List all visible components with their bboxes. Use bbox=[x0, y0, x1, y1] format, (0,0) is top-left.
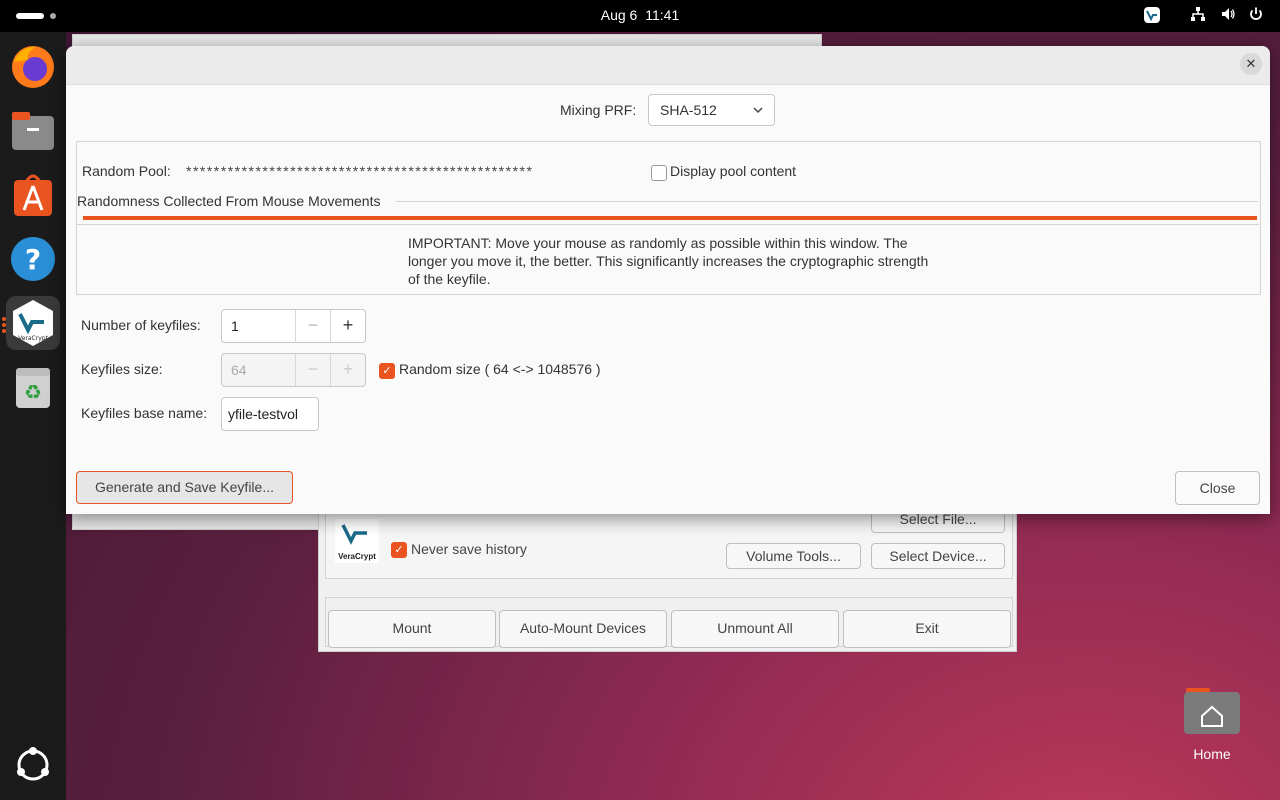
keyfiles-size-value: 64 bbox=[231, 362, 247, 378]
increment-button[interactable]: + bbox=[330, 310, 365, 342]
veracrypt-tray-icon[interactable] bbox=[1142, 6, 1162, 26]
home-folder-icon bbox=[1184, 688, 1240, 734]
never-save-history-checkbox[interactable]: ✓ bbox=[391, 542, 407, 558]
base-name-value: yfile-testvol bbox=[228, 406, 299, 422]
clock[interactable]: Aug 6 11:41 bbox=[0, 7, 1280, 23]
number-of-keyfiles-label: Number of keyfiles: bbox=[81, 317, 201, 333]
keyfiles-size-spinner[interactable]: 64 − + bbox=[221, 353, 366, 387]
mixing-prf-select[interactable]: SHA-512 bbox=[648, 94, 775, 126]
random-pool-label: Random Pool: bbox=[82, 163, 171, 179]
number-of-keyfiles-spinner[interactable]: 1 − + bbox=[221, 309, 366, 343]
help-icon[interactable]: ? bbox=[6, 232, 60, 286]
mixing-prf-label: Mixing PRF: bbox=[560, 102, 637, 118]
auto-mount-devices-button[interactable]: Auto-Mount Devices bbox=[499, 610, 667, 648]
randomness-progress-fill bbox=[83, 216, 1257, 220]
select-device-button[interactable]: Select Device... bbox=[871, 543, 1005, 569]
running-indicator bbox=[2, 323, 6, 327]
random-size-label: Random size ( 64 <-> 1048576 ) bbox=[399, 361, 601, 377]
veracrypt-icon[interactable]: VeraCrypt bbox=[6, 296, 60, 350]
power-icon[interactable] bbox=[1246, 6, 1266, 26]
separator bbox=[396, 201, 1258, 202]
mixing-prf-value: SHA-512 bbox=[660, 102, 717, 118]
generate-save-keyfile-button[interactable]: Generate and Save Keyfile... bbox=[76, 471, 293, 504]
keyfiles-size-label: Keyfiles size: bbox=[81, 361, 163, 377]
increment-button[interactable]: + bbox=[330, 354, 365, 386]
show-apps-icon[interactable] bbox=[6, 738, 60, 792]
decrement-button[interactable]: − bbox=[295, 354, 330, 386]
running-indicator bbox=[2, 329, 6, 333]
separator bbox=[76, 224, 1259, 225]
trash-icon[interactable]: ♻ bbox=[6, 360, 60, 414]
randomness-label: Randomness Collected From Mouse Movement… bbox=[77, 193, 381, 209]
veracrypt-logo: VeraCrypt bbox=[335, 519, 379, 563]
veracrypt-icon-label: VeraCrypt bbox=[18, 335, 48, 342]
app-center-icon[interactable] bbox=[6, 168, 60, 222]
svg-text:?: ? bbox=[25, 243, 41, 276]
volume-icon[interactable] bbox=[1218, 6, 1238, 26]
dialog-header: ✕ bbox=[66, 46, 1270, 85]
random-pool-value: ****************************************… bbox=[186, 163, 534, 179]
files-icon[interactable] bbox=[6, 104, 60, 158]
mount-button[interactable]: Mount bbox=[328, 610, 496, 648]
display-pool-label: Display pool content bbox=[670, 163, 797, 179]
close-button[interactable]: Close bbox=[1175, 471, 1260, 505]
number-of-keyfiles-value: 1 bbox=[231, 318, 239, 334]
base-name-input[interactable]: yfile-testvol bbox=[221, 397, 319, 431]
top-bar: Aug 6 11:41 bbox=[0, 0, 1280, 32]
decrement-button[interactable]: − bbox=[295, 310, 330, 342]
network-icon[interactable] bbox=[1188, 6, 1208, 26]
time-label: 11:41 bbox=[645, 7, 680, 23]
veracrypt-main-window: VeraCrypt ✓ Never save history Select Fi… bbox=[318, 500, 1017, 652]
keyfile-generator-dialog: ✕ Mixing PRF: SHA-512 Random Pool: *****… bbox=[66, 46, 1270, 514]
home-label: Home bbox=[1193, 746, 1231, 762]
important-notice: IMPORTANT: Move your mouse as randomly a… bbox=[408, 235, 929, 287]
random-size-checkbox[interactable]: ✓ bbox=[379, 363, 395, 379]
volume-tools-button[interactable]: Volume Tools... bbox=[726, 543, 861, 569]
never-save-history-label: Never save history bbox=[411, 541, 527, 557]
display-pool-checkbox[interactable] bbox=[651, 165, 667, 181]
chevron-down-icon bbox=[752, 103, 764, 119]
randomness-progress-bar bbox=[83, 216, 1257, 220]
close-icon[interactable]: ✕ bbox=[1240, 53, 1262, 75]
date-label: Aug 6 bbox=[600, 7, 638, 23]
logo-text: VeraCrypt bbox=[338, 552, 376, 561]
dock: ? VeraCrypt ♻ bbox=[0, 32, 66, 800]
exit-button[interactable]: Exit bbox=[843, 610, 1011, 648]
unmount-all-button[interactable]: Unmount All bbox=[671, 610, 839, 648]
firefox-icon[interactable] bbox=[6, 40, 60, 94]
running-indicator bbox=[2, 317, 6, 321]
svg-text:♻: ♻ bbox=[24, 380, 42, 404]
base-name-label: Keyfiles base name: bbox=[81, 405, 208, 421]
